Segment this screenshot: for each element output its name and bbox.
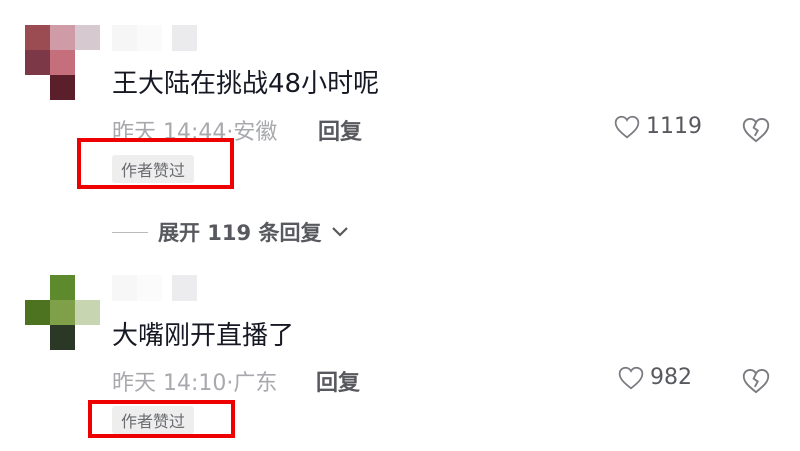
avatar-pixel — [50, 275, 75, 300]
avatar-pixel — [75, 275, 100, 300]
username-pixel — [137, 25, 162, 51]
avatar[interactable] — [25, 25, 100, 100]
username-pixel — [172, 275, 197, 301]
broken-heart-outline-icon[interactable] — [742, 367, 770, 395]
username-pixel — [172, 25, 197, 51]
avatar-pixel — [50, 25, 75, 50]
like-button[interactable]: 982 — [618, 365, 692, 390]
comment-text[interactable]: 大嘴刚开直播了 — [112, 315, 294, 352]
broken-heart-outline-icon[interactable] — [742, 116, 770, 144]
expand-replies-button[interactable]: 展开 119 条回复 — [112, 217, 349, 247]
heart-outline-icon — [618, 366, 644, 389]
comment-location: 安徽 — [233, 120, 278, 145]
username-pixel — [112, 275, 137, 301]
like-count: 982 — [650, 365, 692, 390]
username-pixel — [137, 275, 162, 301]
avatar-pixel — [75, 300, 100, 325]
comment-time: 昨天 14:10 — [112, 371, 227, 396]
avatar-pixel — [75, 50, 100, 75]
avatar[interactable] — [25, 275, 100, 350]
expand-replies-label: 展开 119 条回复 — [158, 221, 322, 245]
avatar-pixel — [75, 75, 100, 100]
username-blurred[interactable] — [112, 275, 212, 301]
avatar-pixel — [50, 75, 75, 100]
avatar-pixel — [75, 325, 100, 350]
avatar-pixel — [25, 50, 50, 75]
avatar-pixel — [50, 50, 75, 75]
avatar-pixel — [25, 300, 50, 325]
reply-button[interactable]: 回复 — [318, 114, 362, 146]
comment-location: 广东 — [233, 371, 278, 396]
username-blurred[interactable] — [112, 25, 212, 51]
avatar-pixel — [25, 25, 50, 50]
comment-text[interactable]: 王大陆在挑战48小时呢 — [112, 63, 379, 100]
avatar-pixel — [25, 275, 50, 300]
author-liked-badge: 作者赞过 — [112, 406, 195, 434]
author-liked-badge: 作者赞过 — [112, 155, 195, 183]
avatar-pixel — [75, 25, 100, 50]
heart-outline-icon — [614, 115, 640, 138]
reply-button[interactable]: 回复 — [316, 365, 360, 397]
username-pixel — [112, 25, 137, 51]
like-count: 1119 — [646, 114, 702, 139]
avatar-pixel — [25, 75, 50, 100]
avatar-pixel — [25, 325, 50, 350]
avatar-pixel — [50, 325, 75, 350]
divider-line — [112, 231, 148, 233]
avatar-pixel — [50, 300, 75, 325]
chevron-down-icon — [332, 227, 349, 237]
comment-meta: 昨天 14:10·广东 — [112, 365, 277, 397]
like-button[interactable]: 1119 — [614, 114, 702, 139]
